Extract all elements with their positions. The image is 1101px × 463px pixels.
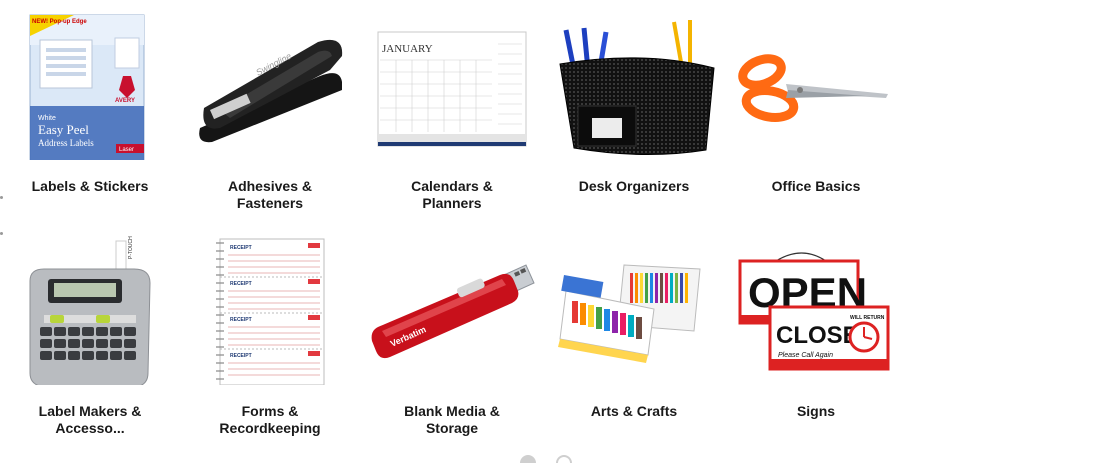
- category-label: Blank Media & Storage: [404, 403, 500, 436]
- mesh-organizer-image: [544, 10, 724, 160]
- category-label: Office Basics: [771, 178, 861, 194]
- carousel-dot-1[interactable]: [520, 455, 536, 463]
- svg-text:Easy Peel: Easy Peel: [38, 122, 89, 137]
- category-label: Adhesives & Fasteners: [227, 178, 313, 211]
- category-label: Calendars & Planners: [411, 178, 493, 211]
- category-tile-adhesives-fasteners[interactable]: Swingline Adhesives & Fasteners: [180, 10, 360, 212]
- category-label: Signs: [796, 403, 836, 419]
- category-carousel: NEW! Pop-up Edge AVERY White Easy Peel A…: [0, 0, 1101, 463]
- svg-text:White: White: [38, 115, 56, 122]
- category-tile-arts-crafts[interactable]: Arts & Crafts: [544, 235, 724, 420]
- svg-text:RECEIPT: RECEIPT: [230, 245, 252, 251]
- svg-text:Please Call Again: Please Call Again: [778, 352, 833, 359]
- scissors-image: [726, 10, 906, 160]
- label-maker-image: P-TOUCH: [0, 235, 180, 385]
- svg-text:NEW! Pop-up Edge: NEW! Pop-up Edge: [32, 19, 87, 25]
- usb-drive-image: Verbatim: [362, 235, 542, 385]
- svg-text:RECEIPT: RECEIPT: [230, 281, 252, 287]
- svg-text:Address Labels: Address Labels: [38, 138, 94, 148]
- category-tile-signs[interactable]: OPEN CLOSED WILL RETURN Please Call Agai…: [726, 235, 906, 420]
- carousel-dot-2[interactable]: [556, 455, 572, 463]
- labels-box-image: NEW! Pop-up Edge AVERY White Easy Peel A…: [0, 10, 180, 160]
- open-closed-sign-image: OPEN CLOSED WILL RETURN Please Call Agai…: [726, 235, 906, 385]
- svg-text:RECEIPT: RECEIPT: [230, 317, 252, 323]
- category-tile-blank-media-storage[interactable]: Verbatim Blank Media & Storage: [362, 235, 542, 437]
- svg-text:AVERY: AVERY: [115, 98, 135, 104]
- category-tile-label-makers[interactable]: P-TOUCH Label Makers & Accesso...: [0, 235, 180, 437]
- category-grid: NEW! Pop-up Edge AVERY White Easy Peel A…: [0, 0, 1101, 463]
- svg-text:RECEIPT: RECEIPT: [230, 353, 252, 359]
- art-kit-image: [544, 235, 724, 385]
- category-label: Label Makers & Accesso...: [38, 403, 142, 436]
- receipt-book-image: RECEIPT RECEIPT RECEIPT RECEIPT: [180, 235, 360, 385]
- desk-calendar-image: JANUARY: [362, 10, 542, 160]
- stapler-image: Swingline: [180, 10, 360, 160]
- category-label: Arts & Crafts: [590, 403, 678, 419]
- category-label: Forms & Recordkeeping: [219, 403, 321, 436]
- category-tile-desk-organizers[interactable]: Desk Organizers: [544, 10, 724, 195]
- category-label: Desk Organizers: [578, 178, 690, 194]
- category-tile-office-basics[interactable]: Office Basics: [726, 10, 906, 195]
- carousel-pagination: [520, 455, 572, 463]
- category-tile-labels-stickers[interactable]: NEW! Pop-up Edge AVERY White Easy Peel A…: [0, 10, 180, 195]
- svg-text:P-TOUCH: P-TOUCH: [128, 236, 134, 259]
- category-label: Labels & Stickers: [31, 178, 149, 194]
- svg-text:WILL RETURN: WILL RETURN: [850, 315, 885, 321]
- svg-text:Laser: Laser: [119, 147, 134, 153]
- category-tile-forms-recordkeeping[interactable]: RECEIPT RECEIPT RECEIPT RECEIPT Forms & …: [180, 235, 360, 437]
- category-tile-calendars-planners[interactable]: JANUARY Calendars & Planners: [362, 10, 542, 212]
- svg-text:JANUARY: JANUARY: [382, 43, 433, 55]
